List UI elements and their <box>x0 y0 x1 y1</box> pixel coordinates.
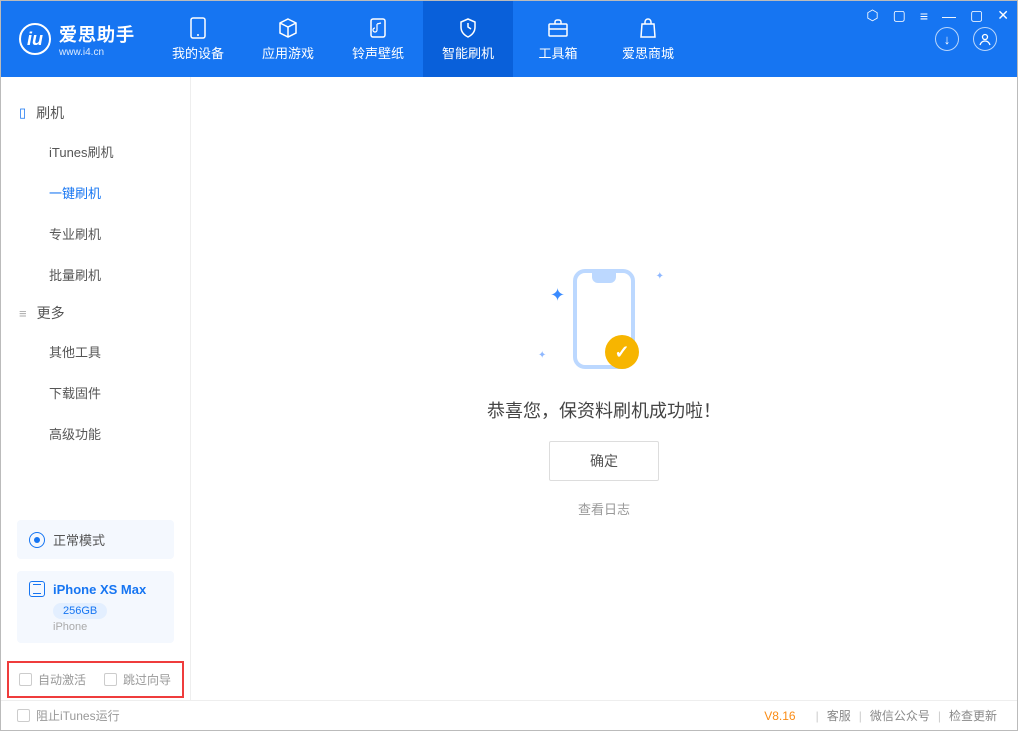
device-card[interactable]: iPhone XS Max 256GB iPhone <box>17 571 174 643</box>
logo: iu 爱思助手 www.i4.cn <box>1 1 153 77</box>
auto-activate-checkbox[interactable]: 自动激活 <box>19 671 86 688</box>
ok-button[interactable]: 确定 <box>549 441 659 481</box>
check-badge-icon: ✓ <box>605 335 639 369</box>
nav-apps-games[interactable]: 应用游戏 <box>243 1 333 77</box>
logo-icon: iu <box>19 23 51 55</box>
checkbox-icon <box>19 673 32 686</box>
highlighted-options: 自动激活 跳过向导 <box>7 661 184 698</box>
sparkle-icon: ✦ <box>538 350 546 361</box>
shield-icon <box>457 17 479 39</box>
sidebar-item-advanced[interactable]: 高级功能 <box>1 413 190 454</box>
footer-link-update[interactable]: 检查更新 <box>945 707 1001 724</box>
close-icon[interactable]: ✕ <box>997 7 1009 24</box>
list-icon: ≡ <box>19 306 27 321</box>
sidebar-section-flash: ▯ 刷机 <box>1 95 190 131</box>
app-url: www.i4.cn <box>59 47 135 58</box>
max-icon[interactable]: ▢ <box>970 7 983 24</box>
main-nav: 我的设备 应用游戏 铃声壁纸 智能刷机 工具箱 爱思商城 <box>153 1 915 77</box>
block-itunes-label[interactable]: 阻止iTunes运行 <box>36 707 120 724</box>
mode-dot-icon <box>29 532 45 548</box>
sidebar-item-download-firmware[interactable]: 下载固件 <box>1 372 190 413</box>
user-button[interactable] <box>973 27 997 51</box>
checkbox-icon[interactable] <box>17 709 30 722</box>
footer-link-support[interactable]: 客服 <box>823 707 855 724</box>
title-bar-controls: ⬡ ▢ ≡ — ▢ ✕ <box>866 7 1009 24</box>
success-message: 恭喜您，保资料刷机成功啦！ <box>487 397 721 423</box>
min-icon[interactable]: — <box>942 8 956 24</box>
mode-card[interactable]: 正常模式 <box>17 520 174 559</box>
menu-icon[interactable]: ≡ <box>920 8 928 24</box>
success-illustration: ✦ ✦ ✦ ✓ <box>544 259 664 379</box>
music-icon <box>367 17 389 39</box>
sidebar-item-one-key-flash[interactable]: 一键刷机 <box>1 172 190 213</box>
phone-outline-icon: ▯ <box>19 105 26 121</box>
app-title: 爱思助手 <box>59 21 135 47</box>
nav-my-device[interactable]: 我的设备 <box>153 1 243 77</box>
toolbox-icon <box>547 17 569 39</box>
app-header: iu 爱思助手 www.i4.cn 我的设备 应用游戏 铃声壁纸 智能刷机 工具… <box>1 1 1017 77</box>
device-name: iPhone XS Max <box>53 582 146 597</box>
cube-icon <box>277 17 299 39</box>
version-label: V8.16 <box>764 709 795 723</box>
sidebar-item-batch-flash[interactable]: 批量刷机 <box>1 254 190 295</box>
sidebar: ▯ 刷机 iTunes刷机 一键刷机 专业刷机 批量刷机 ≡ 更多 其他工具 下… <box>1 77 191 700</box>
main-content: ✦ ✦ ✦ ✓ 恭喜您，保资料刷机成功啦！ 确定 查看日志 <box>191 77 1017 700</box>
phone-illustration-icon: ✓ <box>573 269 635 369</box>
tshirt-icon[interactable]: ⬡ <box>866 7 878 24</box>
nav-smart-flash[interactable]: 智能刷机 <box>423 1 513 77</box>
checkbox-icon <box>104 673 117 686</box>
nav-ringtones[interactable]: 铃声壁纸 <box>333 1 423 77</box>
footer-link-wechat[interactable]: 微信公众号 <box>866 707 934 724</box>
sidebar-item-other-tools[interactable]: 其他工具 <box>1 331 190 372</box>
sparkle-icon: ✦ <box>550 285 565 306</box>
sparkle-icon: ✦ <box>656 271 664 282</box>
phone-icon <box>187 17 209 39</box>
nav-store[interactable]: 爱思商城 <box>603 1 693 77</box>
mode-label: 正常模式 <box>53 530 105 549</box>
download-button[interactable]: ↓ <box>935 27 959 51</box>
feedback-icon[interactable]: ▢ <box>893 7 906 24</box>
device-icon <box>29 581 45 597</box>
sidebar-section-more: ≡ 更多 <box>1 295 190 331</box>
view-log-link[interactable]: 查看日志 <box>578 499 630 518</box>
nav-toolbox[interactable]: 工具箱 <box>513 1 603 77</box>
device-capacity: 256GB <box>53 603 107 619</box>
footer: 阻止iTunes运行 V8.16 | 客服 | 微信公众号 | 检查更新 <box>1 700 1017 730</box>
bag-icon <box>637 17 659 39</box>
device-type: iPhone <box>53 621 162 633</box>
sidebar-item-itunes-flash[interactable]: iTunes刷机 <box>1 131 190 172</box>
skip-guide-checkbox[interactable]: 跳过向导 <box>104 671 171 688</box>
sidebar-item-pro-flash[interactable]: 专业刷机 <box>1 213 190 254</box>
